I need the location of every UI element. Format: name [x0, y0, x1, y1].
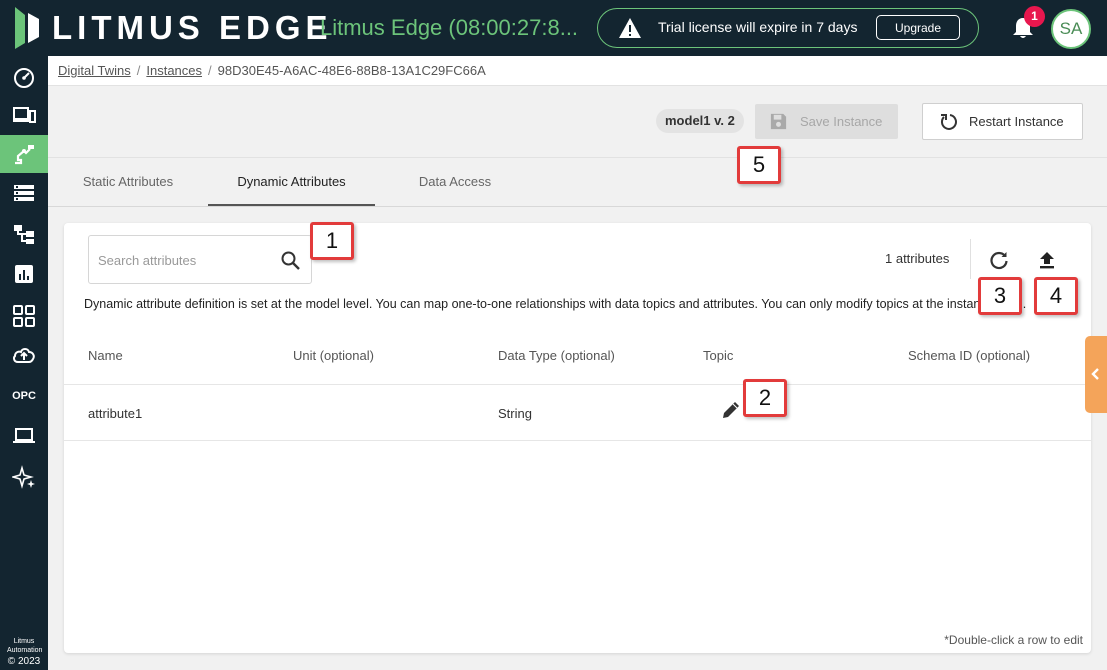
- data-list-icon: [14, 185, 34, 201]
- sidebar-item-devices[interactable]: [0, 96, 48, 134]
- company-name: Litmus Automation: [7, 638, 43, 654]
- breadcrumb-current-instance: 98D30E45-A6AC-48E6-88B8-13A1C29FC66A: [217, 63, 486, 78]
- breadcrumb-instances[interactable]: Instances: [146, 63, 202, 78]
- notification-count-badge[interactable]: 1: [1024, 6, 1045, 27]
- column-header-unit: Unit (optional): [293, 348, 374, 363]
- refresh-icon[interactable]: [988, 249, 1010, 271]
- sidebar-item-opc[interactable]: OPC: [0, 377, 48, 415]
- opc-label: OPC: [12, 390, 36, 402]
- callout-2: 2: [743, 379, 787, 417]
- devices-icon: [13, 107, 36, 123]
- tab-data-access[interactable]: Data Access: [398, 158, 512, 206]
- upgrade-button[interactable]: Upgrade: [876, 15, 960, 40]
- sidebar-footer: Litmus Automation © 2023: [0, 637, 48, 668]
- tab-dynamic-attributes[interactable]: Dynamic Attributes: [208, 158, 375, 206]
- search-attributes-input[interactable]: [98, 248, 268, 272]
- sidebar-item-flows[interactable]: [0, 215, 48, 253]
- restart-icon: [941, 114, 957, 130]
- sidebar-item-digital-twins[interactable]: [0, 135, 48, 173]
- table-footnote: *Double-click a row to edit: [944, 633, 1083, 647]
- digital-twins-icon: [15, 145, 34, 165]
- callout-1: 1: [310, 222, 354, 260]
- warning-icon: [619, 18, 641, 38]
- trial-license-banner: Trial license will expire in 7 days Upgr…: [597, 8, 979, 48]
- chevron-left-icon: [1091, 368, 1099, 380]
- copyright-year: © 2023: [7, 656, 41, 667]
- restart-instance-label: Restart Instance: [969, 114, 1064, 129]
- sidebar-item-applications[interactable]: [0, 297, 48, 335]
- sidebar-item-system[interactable]: [0, 417, 48, 455]
- dynamic-attributes-panel: 1 attributes Dynamic attribute definitio…: [64, 223, 1091, 653]
- flows-icon: [14, 225, 34, 244]
- side-panel-toggle[interactable]: [1085, 336, 1107, 413]
- litmus-logo-icon[interactable]: [13, 5, 41, 51]
- breadcrumb-separator: /: [208, 63, 212, 78]
- top-bar: LITMUS EDGE Litmus Edge (08:00:27:8... T…: [0, 0, 1107, 56]
- breadcrumb-separator: /: [136, 63, 141, 78]
- column-header-schema-id: Schema ID (optional): [908, 348, 1031, 363]
- cell-name: attribute1: [88, 406, 143, 421]
- dashboard-gauge-icon: [14, 68, 34, 88]
- attribute-count: 1 attributes: [885, 251, 950, 266]
- breadcrumb-digital-twins[interactable]: Digital Twins: [58, 63, 131, 78]
- laptop-icon: [13, 428, 35, 443]
- model-version-chip: model1 v. 2: [656, 109, 744, 133]
- sparkle-icon: [12, 465, 35, 489]
- search-box: [88, 235, 312, 284]
- save-instance-label: Save Instance: [800, 114, 883, 129]
- search-icon[interactable]: [280, 250, 301, 271]
- cloud-upload-icon: [13, 348, 35, 363]
- trial-license-text: Trial license will expire in 7 days: [658, 19, 858, 35]
- table-row[interactable]: attribute1 String: [64, 384, 1091, 441]
- sidebar-item-ai[interactable]: [0, 458, 48, 496]
- upload-icon[interactable]: [1036, 249, 1058, 271]
- sidebar-item-data[interactable]: [0, 174, 48, 212]
- breadcrumb: Digital Twins / Instances / 98D30E45-A6AC-48…: [48, 56, 1107, 86]
- column-header-data-type: Data Type (optional): [498, 348, 615, 363]
- instance-tabs: Static Attributes Dynamic Attributes Dat…: [48, 157, 1107, 207]
- sidebar: OPC Litmus Automation © 2023: [0, 56, 48, 670]
- edit-pencil-icon[interactable]: [720, 399, 742, 421]
- applications-grid-icon: [13, 305, 35, 327]
- user-avatar[interactable]: SA: [1051, 9, 1091, 49]
- sidebar-item-cloud[interactable]: [0, 336, 48, 374]
- restart-instance-button[interactable]: Restart Instance: [922, 103, 1083, 140]
- attribute-description: Dynamic attribute definition is set at t…: [84, 297, 1027, 311]
- analytics-icon: [15, 265, 33, 283]
- callout-4: 4: [1034, 277, 1078, 315]
- toolbar-divider: [970, 239, 971, 279]
- column-header-topic: Topic: [703, 348, 734, 363]
- cell-data-type: String: [498, 406, 532, 421]
- instance-action-bar: model1 v. 2 Save Instance Restart Instan…: [48, 87, 1107, 157]
- callout-5: 5: [737, 146, 781, 184]
- save-instance-button: Save Instance: [755, 104, 898, 139]
- sidebar-item-analytics[interactable]: [0, 255, 48, 293]
- save-icon: [770, 113, 787, 130]
- device-name: Litmus Edge (08:00:27:8...: [320, 15, 579, 40]
- sidebar-item-dashboard[interactable]: [0, 58, 48, 96]
- brand-name: LITMUS EDGE: [52, 9, 333, 46]
- callout-3: 3: [978, 277, 1022, 315]
- column-header-name: Name: [88, 348, 123, 363]
- tab-static-attributes[interactable]: Static Attributes: [64, 158, 192, 206]
